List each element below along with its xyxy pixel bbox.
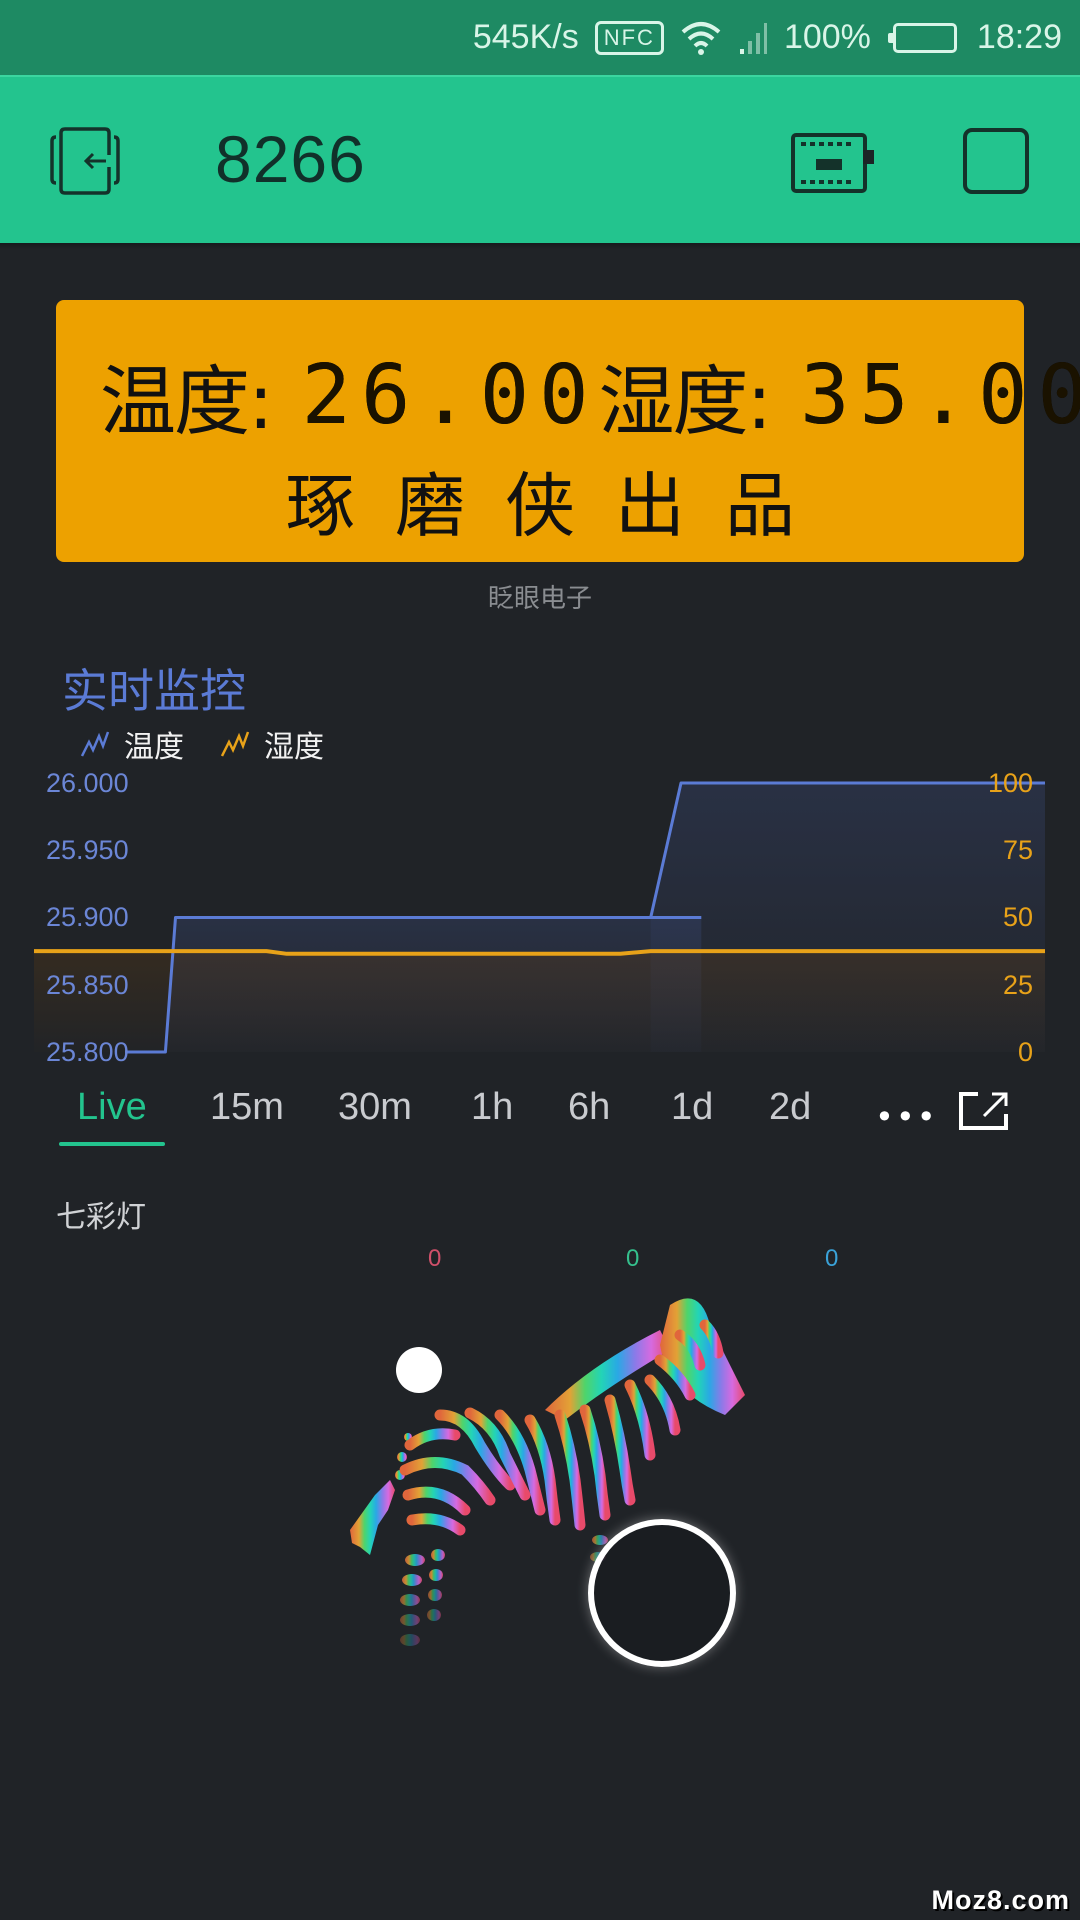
right-axis-tick: 100 xyxy=(987,768,1033,798)
active-range-indicator xyxy=(59,1142,165,1146)
color-preview-ring[interactable] xyxy=(588,1519,736,1667)
lcd-line-1: 温度: 26.00 湿度: 35.00 xyxy=(100,340,1080,450)
range-tab-15m[interactable]: 15m xyxy=(210,1086,284,1129)
clock: 18:29 xyxy=(976,18,1062,56)
expand-icon xyxy=(959,1092,1008,1130)
range-tab-2d[interactable]: 2d xyxy=(769,1086,811,1129)
right-axis-tick: 0 xyxy=(1017,1037,1033,1067)
project-title: 8266 xyxy=(215,122,366,196)
range-tab-1h[interactable]: 1h xyxy=(471,1086,513,1129)
battery-icon xyxy=(887,22,957,53)
range-tab-30m[interactable]: 30m xyxy=(338,1086,412,1129)
exit-project-icon xyxy=(50,127,120,195)
lcd-humidity-label: 湿度: xyxy=(598,357,772,446)
time-range-selector: Live 15m 30m 1h 6h 1d 2d ••• xyxy=(0,1080,1080,1150)
lcd-line-2: 琢磨侠出品 xyxy=(285,465,835,547)
right-axis-tick: 25 xyxy=(1002,970,1033,1000)
lcd-caption: 眨眼电子 xyxy=(487,584,592,614)
range-tab-6h[interactable]: 6h xyxy=(568,1086,610,1129)
device-board-icon xyxy=(791,133,874,193)
right-axis-tick: 50 xyxy=(1002,902,1033,932)
device-button[interactable] xyxy=(790,132,874,194)
lcd-humidity-value: 35.00 xyxy=(800,347,1080,443)
app-bar: 8266 xyxy=(0,75,1080,243)
expand-chart-button[interactable] xyxy=(958,1090,1010,1132)
lcd-temp-value: 26.00 xyxy=(301,347,599,443)
line-chart-icon xyxy=(80,731,110,757)
appbar-shadow xyxy=(0,243,1080,249)
blue-value: 0 xyxy=(825,1245,839,1272)
lcd-widget[interactable]: 温度: 26.00 湿度: 35.00 琢磨侠出品 xyxy=(56,300,1080,562)
nfc-icon: NFC xyxy=(594,20,664,55)
color-picker-handle[interactable] xyxy=(396,1347,442,1393)
zergba-label: 七彩灯 xyxy=(56,1200,146,1235)
range-tab-live[interactable]: Live xyxy=(77,1086,147,1129)
left-axis-tick: 25.950 xyxy=(46,835,129,865)
line-chart-icon xyxy=(220,731,250,757)
green-value: 0 xyxy=(626,1245,640,1272)
chart-title: 实时监控 xyxy=(62,664,246,718)
left-axis-tick: 25.800 xyxy=(46,1037,129,1067)
watermark: Moz8.com xyxy=(931,1885,1070,1915)
left-axis-tick: 26.000 xyxy=(46,768,129,798)
left-axis-tick: 25.900 xyxy=(46,902,129,932)
right-axis-tick: 75 xyxy=(1002,835,1033,865)
chart-plot xyxy=(34,781,1045,1054)
left-axis-tick: 25.850 xyxy=(46,970,129,1000)
network-speed: 545K/s xyxy=(472,18,579,56)
superchart[interactable]: 26.000 25.950 25.900 25.850 25.800 100 7… xyxy=(0,760,1080,1070)
stop-project-button[interactable] xyxy=(963,128,1029,194)
signal-icon xyxy=(738,21,768,55)
battery-percent: 100% xyxy=(783,18,871,56)
status-bar: 545K/s NFC 100% 18:29 xyxy=(0,0,1080,75)
lcd-temp-label: 温度: xyxy=(100,357,274,446)
more-ranges-button[interactable]: ••• xyxy=(875,1098,938,1136)
range-tab-1d[interactable]: 1d xyxy=(671,1086,713,1129)
wifi-icon xyxy=(680,20,722,56)
exit-project-button[interactable] xyxy=(48,125,122,197)
red-value: 0 xyxy=(428,1245,442,1272)
series-area-humidity xyxy=(34,951,1045,1052)
